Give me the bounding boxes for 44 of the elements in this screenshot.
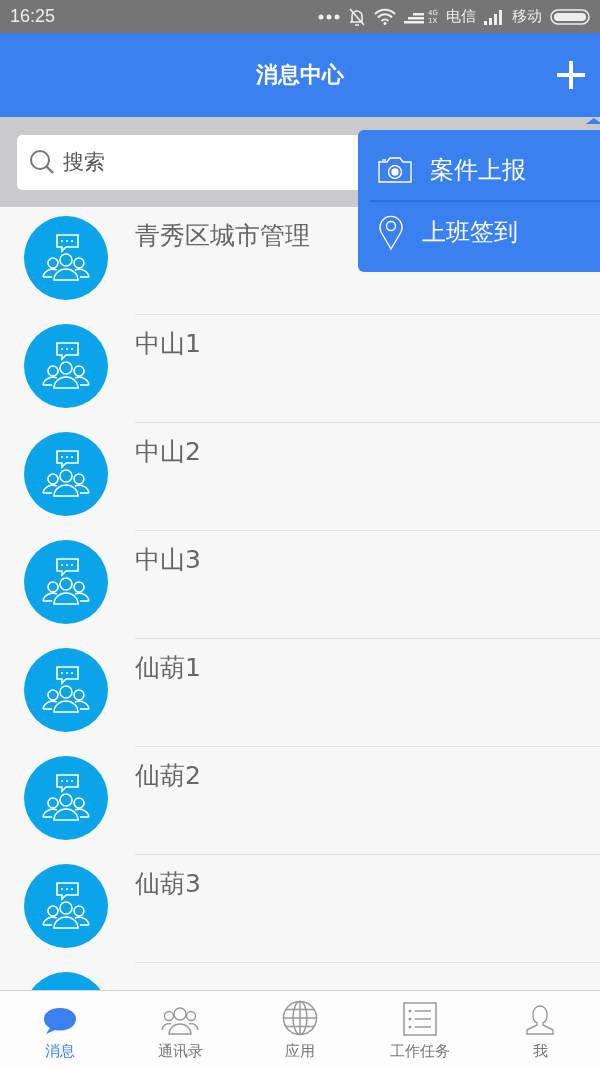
- tab-item[interactable]: 通讯录: [120, 991, 240, 1067]
- mute-bell-icon: [348, 6, 367, 27]
- group-chat-icon: [24, 216, 108, 300]
- contacts-icon: [161, 1006, 199, 1036]
- status-time: 16:25: [10, 6, 56, 27]
- search-icon: [29, 148, 55, 175]
- globe-icon: [282, 1000, 318, 1036]
- list-icon: [403, 1002, 437, 1036]
- tab-item[interactable]: 应用: [240, 991, 360, 1067]
- group-chat-icon: [24, 432, 108, 516]
- group-chat-icon: [24, 540, 108, 624]
- chat-bubble-icon: [42, 1006, 78, 1036]
- conversation-item[interactable]: 仙葫2: [0, 747, 600, 855]
- tab-item[interactable]: 我: [480, 991, 600, 1067]
- conversation-item[interactable]: 仙葫1: [0, 639, 600, 747]
- conversation-name: 仙葫1: [135, 653, 201, 682]
- group-chat-icon: [24, 756, 108, 840]
- conversation-name: 中山1: [135, 329, 201, 358]
- menu-item[interactable]: 上班签到: [370, 202, 600, 262]
- location-pin-icon: [378, 214, 404, 250]
- conversation-name: 中山2: [135, 437, 201, 466]
- conversation-item[interactable]: 仙葫3: [0, 855, 600, 963]
- signal-icon: [484, 8, 504, 25]
- carrier-name: 电信: [446, 7, 476, 26]
- battery-icon: [550, 8, 590, 25]
- conversation-name: 仙葫2: [135, 761, 201, 790]
- wifi-icon: [374, 8, 397, 25]
- conversation-item[interactable]: 中山3: [0, 531, 600, 639]
- tab-item[interactable]: 消息: [0, 991, 120, 1067]
- person-icon: [525, 1004, 555, 1036]
- conversation-name: 青秀区城市管理: [135, 221, 310, 250]
- group-chat-icon: [24, 648, 108, 732]
- add-icon[interactable]: [556, 60, 586, 90]
- group-chat-icon: [24, 324, 108, 408]
- camera-icon: [378, 157, 412, 183]
- more-dots-icon: [318, 13, 341, 20]
- conversation-item[interactable]: 中山1: [0, 315, 600, 423]
- conversation-name: 仙葫3: [135, 869, 201, 898]
- conversation-item[interactable]: 中山2: [0, 423, 600, 531]
- group-chat-icon: [24, 864, 108, 948]
- header-title: 消息中心: [256, 61, 344, 89]
- tab-item[interactable]: 工作任务: [360, 991, 480, 1067]
- conversation-name: 中山3: [135, 545, 201, 574]
- carrier-name: 移动: [512, 7, 542, 26]
